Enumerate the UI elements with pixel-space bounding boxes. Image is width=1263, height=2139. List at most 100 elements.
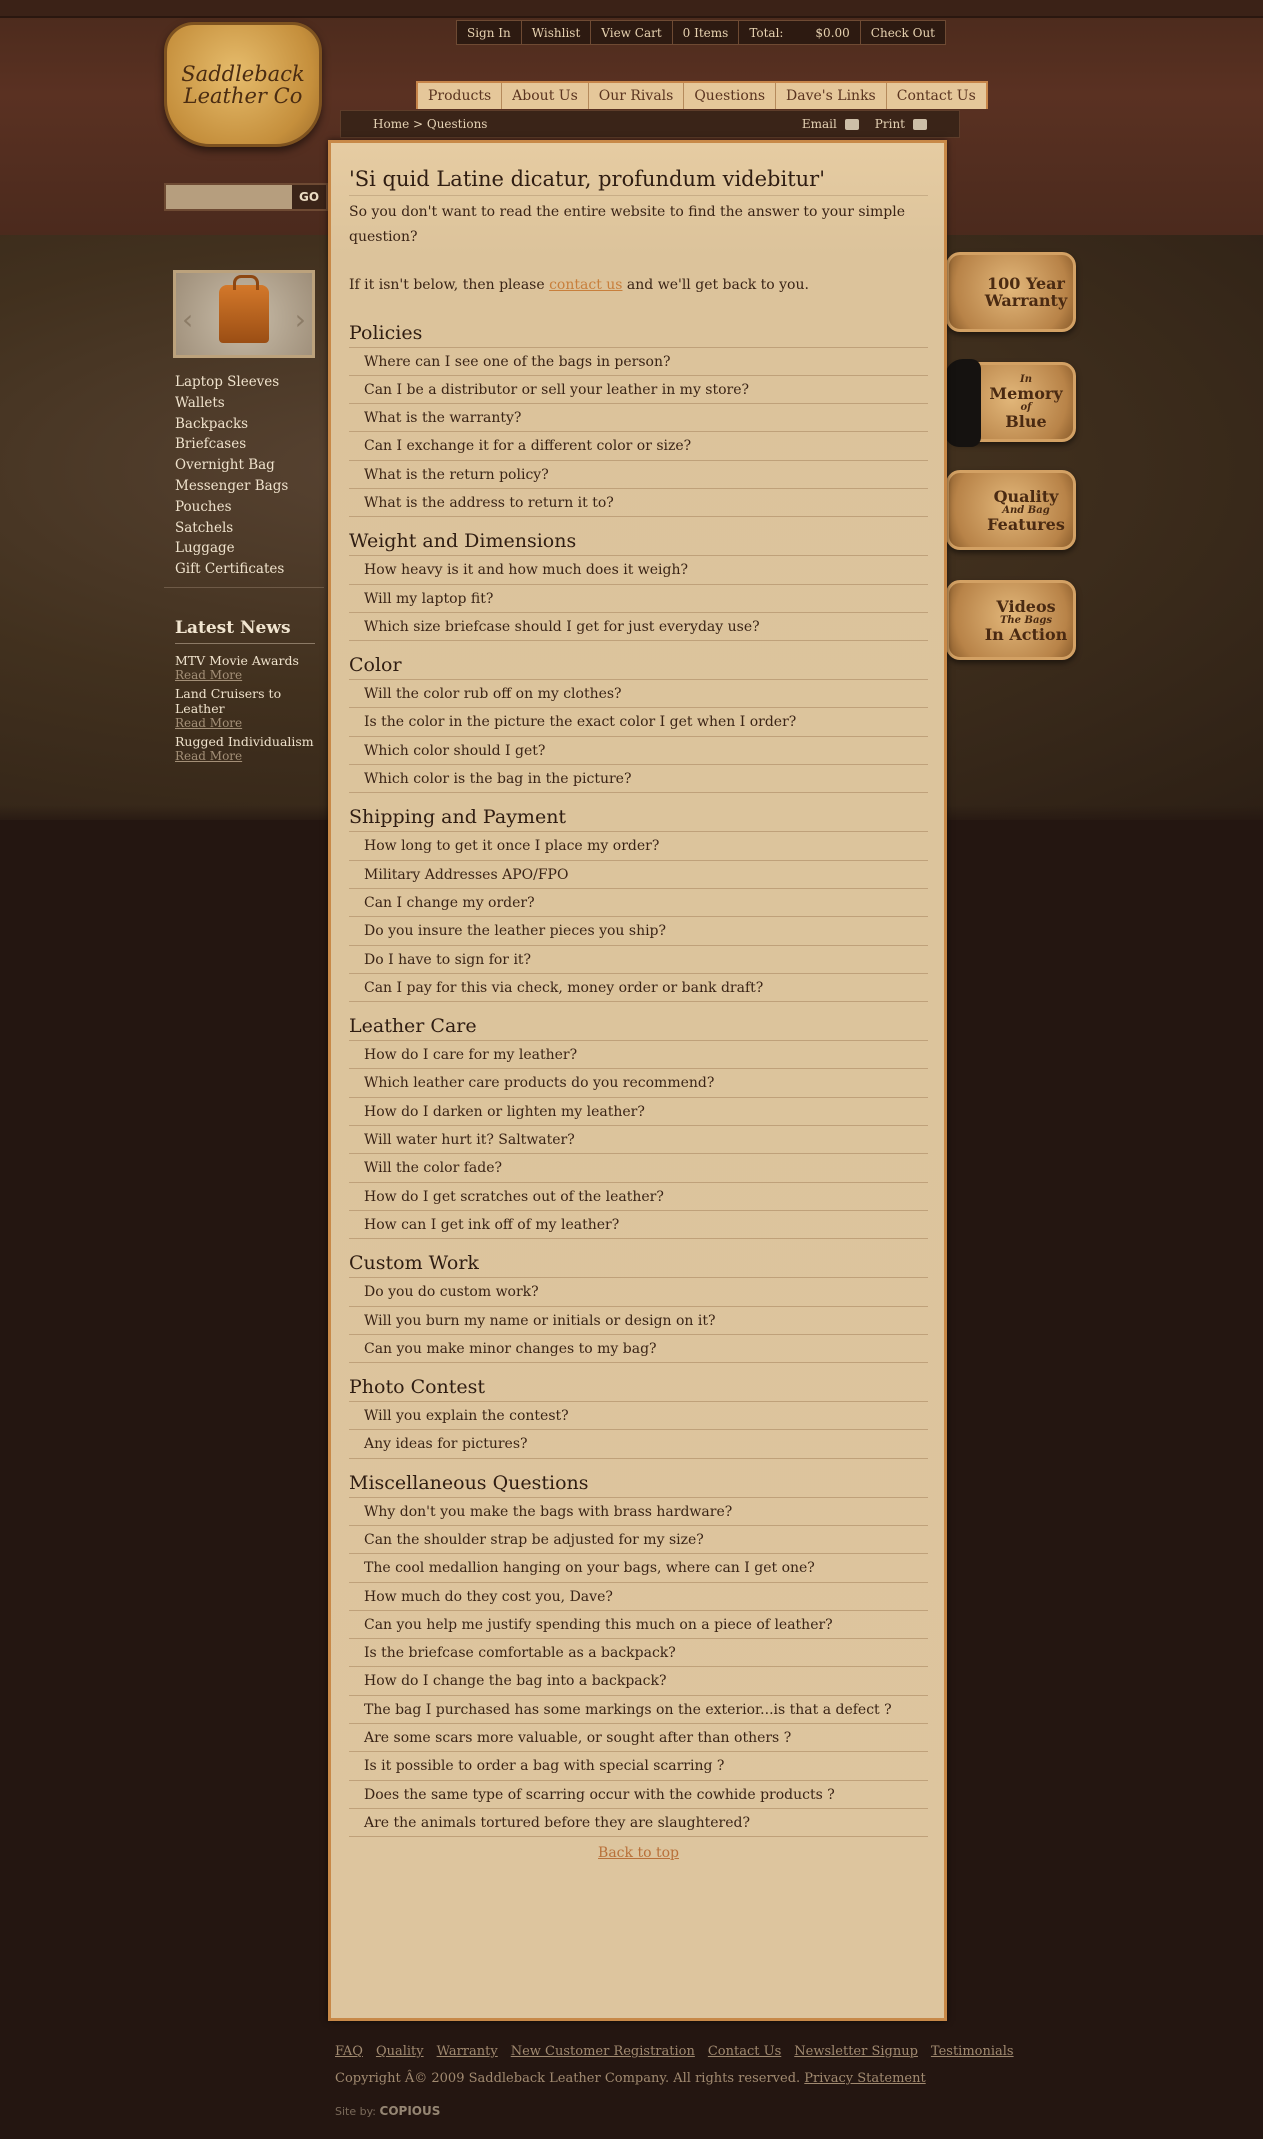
feature-badge[interactable]: Videos The Bags In Action <box>946 580 1076 660</box>
question-link[interactable]: Does the same type of scarring occur wit… <box>349 1781 928 1809</box>
section-heading: Color <box>349 654 928 681</box>
sidebar-item[interactable]: Laptop Sleeves <box>175 372 315 393</box>
question-link[interactable]: What is the address to return it to? <box>349 489 928 518</box>
news-title[interactable]: MTV Movie Awards <box>175 653 325 668</box>
sidebar-item[interactable]: Wallets <box>175 393 315 414</box>
question-link[interactable]: How do I care for my leather? <box>349 1041 928 1070</box>
view-cart-link[interactable]: View Cart <box>591 21 673 44</box>
nav-item[interactable]: Questions <box>684 83 777 109</box>
news-title[interactable]: Rugged Individualism <box>175 734 325 749</box>
question-link[interactable]: Which size briefcase should I get for ju… <box>349 613 928 642</box>
site-credit-name[interactable]: COPIOUS <box>380 2104 441 2118</box>
email-link[interactable]: Email <box>802 117 837 131</box>
nav-item[interactable]: Our Rivals <box>589 83 685 109</box>
question-link[interactable]: How long to get it once I place my order… <box>349 832 928 861</box>
question-link[interactable]: Military Addresses APO/FPO <box>349 861 928 889</box>
question-link[interactable]: Will water hurt it? Saltwater? <box>349 1126 928 1155</box>
question-link[interactable]: Can I change my order? <box>349 889 928 918</box>
question-link[interactable]: Will you burn my name or initials or des… <box>349 1307 928 1335</box>
nav-item[interactable]: Dave's Links <box>776 83 887 109</box>
checkout-link[interactable]: Check Out <box>861 21 945 44</box>
nav-item[interactable]: Contact Us <box>887 83 986 109</box>
question-link[interactable]: Are the animals tortured before they are… <box>349 1809 928 1838</box>
footer-link[interactable]: Quality <box>376 2044 424 2059</box>
print-link[interactable]: Print <box>875 117 905 131</box>
sidebar-item[interactable]: Satchels <box>175 518 315 539</box>
footer-link[interactable]: Warranty <box>437 2044 498 2059</box>
question-link[interactable]: Do you do custom work? <box>349 1278 928 1307</box>
question-link[interactable]: Will the color fade? <box>349 1154 928 1183</box>
question-link[interactable]: How heavy is it and how much does it wei… <box>349 556 928 585</box>
question-link[interactable]: Where can I see one of the bags in perso… <box>349 348 928 376</box>
feature-badge[interactable]: In Memory of Blue <box>945 359 1076 447</box>
nav-item[interactable]: Products <box>418 83 503 109</box>
footer-link[interactable]: Contact Us <box>708 2044 781 2059</box>
question-link[interactable]: Do I have to sign for it? <box>349 946 928 974</box>
question-link[interactable]: Can the shoulder strap be adjusted for m… <box>349 1526 928 1555</box>
question-link[interactable]: Will you explain the contest? <box>349 1402 928 1431</box>
question-link[interactable]: Will my laptop fit? <box>349 585 928 613</box>
back-to-top-link[interactable]: Back to top <box>349 1845 928 1861</box>
chevron-right-icon[interactable]: › <box>295 303 306 336</box>
section-heading: Policies <box>349 322 928 348</box>
question-link[interactable]: Is the briefcase comfortable as a backpa… <box>349 1639 928 1668</box>
question-link[interactable]: How much do they cost you, Dave? <box>349 1583 928 1611</box>
search-input[interactable] <box>166 185 292 209</box>
breadcrumb[interactable]: Home > Questions <box>373 117 487 131</box>
question-link[interactable]: Can I be a distributor or sell your leat… <box>349 376 928 405</box>
sidebar-item[interactable]: Backpacks <box>175 414 315 435</box>
question-link[interactable]: Is the color in the picture the exact co… <box>349 708 928 737</box>
question-link[interactable]: Will the color rub off on my clothes? <box>349 680 928 709</box>
privacy-link[interactable]: Privacy Statement <box>804 2071 925 2086</box>
question-link[interactable]: What is the warranty? <box>349 404 928 433</box>
footer-link[interactable]: Testimonials <box>931 2044 1014 2059</box>
sidebar-item[interactable]: Pouches <box>175 497 315 518</box>
feature-badge[interactable]: Quality And Bag Features <box>946 470 1076 550</box>
email-icon[interactable] <box>844 118 859 130</box>
question-link[interactable]: The bag I purchased has some markings on… <box>349 1696 928 1725</box>
question-link[interactable]: Which leather care products do you recom… <box>349 1069 928 1098</box>
footer-link[interactable]: Newsletter Signup <box>794 2044 918 2059</box>
sign-in-link[interactable]: Sign In <box>457 21 522 44</box>
footer-link[interactable]: FAQ <box>335 2044 363 2059</box>
feature-badge[interactable]: 100 Year Warranty <box>946 252 1076 332</box>
read-more-link[interactable]: Read More <box>175 668 325 682</box>
question-link[interactable]: Can you help me justify spending this mu… <box>349 1611 928 1640</box>
sidebar-item[interactable]: Gift Certificates <box>175 559 315 580</box>
sidebar-item[interactable]: Overnight Bag <box>175 455 315 476</box>
question-link[interactable]: Any ideas for pictures? <box>349 1430 928 1459</box>
question-link[interactable]: Which color is the bag in the picture? <box>349 765 928 794</box>
search-go-button[interactable]: GO <box>292 185 326 209</box>
question-link[interactable]: Can I exchange it for a different color … <box>349 432 928 461</box>
question-link[interactable]: Do you insure the leather pieces you shi… <box>349 917 928 946</box>
news-title[interactable]: Land Cruisers to Leather <box>175 686 325 716</box>
nav-item[interactable]: About Us <box>502 83 589 109</box>
question-link[interactable]: How do I change the bag into a backpack? <box>349 1667 928 1696</box>
product-slideshow[interactable]: ‹ › <box>173 270 315 358</box>
question-link[interactable]: Are some scars more valuable, or sought … <box>349 1724 928 1753</box>
question-link[interactable]: Can I pay for this via check, money orde… <box>349 974 928 1003</box>
question-link[interactable]: Which color should I get? <box>349 737 928 766</box>
question-link[interactable]: Why don't you make the bags with brass h… <box>349 1498 928 1526</box>
wishlist-link[interactable]: Wishlist <box>522 21 592 44</box>
question-link[interactable]: How do I darken or lighten my leather? <box>349 1098 928 1127</box>
read-more-link[interactable]: Read More <box>175 716 325 730</box>
question-link[interactable]: The cool medallion hanging on your bags,… <box>349 1554 928 1583</box>
badge-text: Blue <box>1005 412 1047 431</box>
sidebar-item[interactable]: Luggage <box>175 538 315 559</box>
logo[interactable]: Saddleback Leather Co <box>164 22 322 147</box>
question-link[interactable]: How can I get ink off of my leather? <box>349 1211 928 1240</box>
intro-text: So you don't want to read the entire web… <box>349 204 906 245</box>
read-more-link[interactable]: Read More <box>175 749 325 763</box>
question-link[interactable]: How do I get scratches out of the leathe… <box>349 1183 928 1211</box>
question-link[interactable]: Is it possible to order a bag with speci… <box>349 1752 928 1781</box>
contact-us-link[interactable]: contact us <box>549 277 622 293</box>
header-rivet-strip <box>0 0 1263 18</box>
chevron-left-icon[interactable]: ‹ <box>182 303 193 336</box>
sidebar-item[interactable]: Briefcases <box>175 434 315 455</box>
question-link[interactable]: What is the return policy? <box>349 461 928 489</box>
footer-link[interactable]: New Customer Registration <box>511 2044 695 2059</box>
sidebar-item[interactable]: Messenger Bags <box>175 476 315 497</box>
print-icon[interactable] <box>913 118 927 130</box>
question-link[interactable]: Can you make minor changes to my bag? <box>349 1335 928 1364</box>
